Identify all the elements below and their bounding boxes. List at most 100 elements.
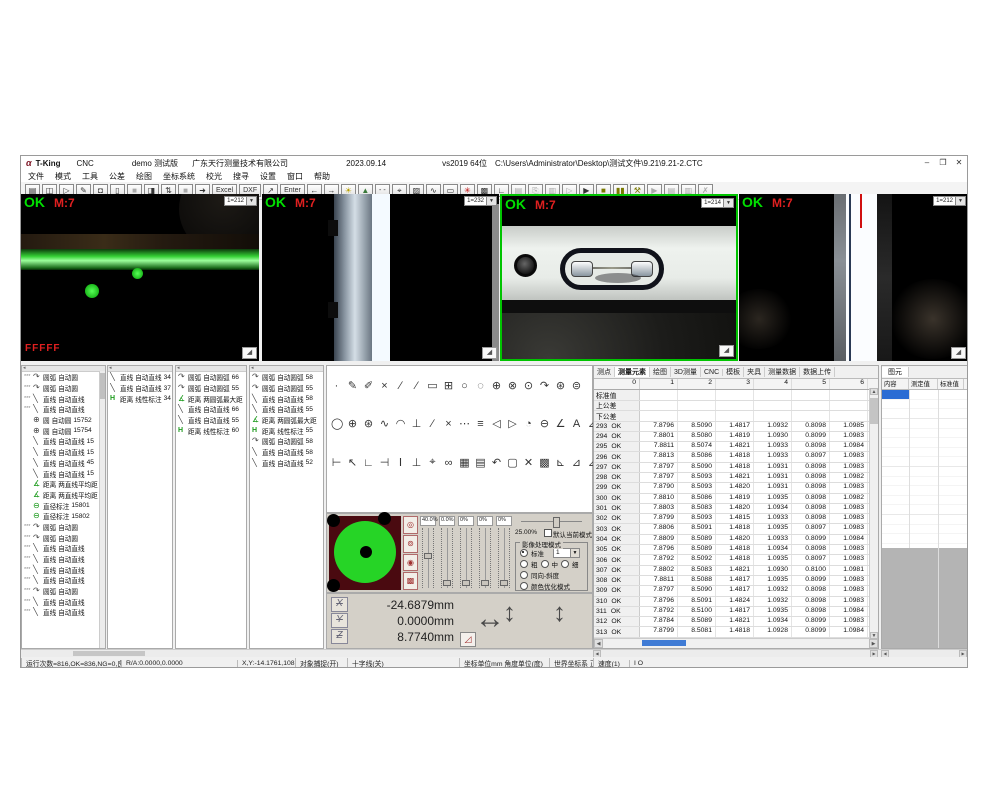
list-item[interactable]: *** 直线 自动直线 — [22, 393, 105, 404]
table-row[interactable]: 295 OK 7.8811 8.5074 1.4821 1.0933 0.809… — [594, 442, 878, 452]
camera-view-4[interactable]: OK M:7 1=212 ▼ ◢ — [739, 194, 968, 361]
measure-tool-icon[interactable]: ≡ — [475, 418, 486, 430]
vscroll-thumb[interactable] — [870, 398, 878, 424]
mode-option-row[interactable]: 同向-斜度 — [516, 570, 587, 580]
light-channel-slider[interactable]: 0% — [496, 516, 512, 590]
close-button[interactable]: ✕ — [951, 157, 967, 169]
menu-item[interactable]: 设置 — [260, 171, 276, 182]
camera1-zoom-select[interactable]: 1=212 ▼ — [224, 196, 257, 206]
default-mode-checkbox[interactable] — [544, 529, 552, 537]
list-item[interactable]: *** 圆弧 自动圆 — [22, 372, 105, 383]
measure-tool-icon[interactable]: ⊾ — [555, 456, 566, 469]
list-item[interactable]: 直线 自动直线 15 — [22, 436, 105, 447]
minimize-button[interactable]: – — [919, 157, 935, 169]
hscroll-thumb[interactable] — [642, 640, 686, 646]
measure-tool-icon[interactable]: ◌ — [475, 380, 486, 392]
ring-light-indicator[interactable] — [329, 516, 401, 590]
list-item[interactable]: 直线 自动直线 55 — [176, 415, 246, 426]
menu-item[interactable]: 搜寻 — [233, 171, 249, 182]
camera4-zoom-select[interactable]: 1=212 ▼ — [933, 196, 966, 206]
measure-tool-icon[interactable]: ▩ — [539, 456, 550, 469]
list-item[interactable]: *** 圆弧 自动圆 — [22, 532, 105, 543]
menu-item[interactable]: 窗口 — [287, 171, 303, 182]
measure-tool-icon[interactable]: ∟ — [363, 457, 374, 469]
measure-tool-icon[interactable]: ◁ — [491, 417, 502, 430]
measure-tool-icon[interactable]: ↖ — [347, 456, 358, 469]
measure-tool-icon[interactable]: ⊜ — [571, 379, 582, 392]
menu-item[interactable]: 坐标系统 — [163, 171, 195, 182]
table-row[interactable]: 298 OK 7.8797 8.5093 1.4821 1.0931 0.809… — [594, 473, 878, 483]
table-row[interactable]: 296 OK 7.8813 8.5086 1.4818 1.0933 0.809… — [594, 452, 878, 462]
measure-tool-icon[interactable]: A — [571, 418, 582, 430]
camera3-zoom-select[interactable]: 1=214 ▼ — [701, 198, 734, 208]
measure-tool-icon[interactable]: ✐ — [363, 379, 374, 392]
measure-tool-icon[interactable]: ⊥ — [411, 417, 422, 430]
measure-tool-icon[interactable]: ⊕ — [347, 417, 358, 430]
radio-icon[interactable] — [541, 560, 549, 568]
table-tab[interactable]: 3D测量 — [671, 367, 701, 377]
tolerance-row[interactable]: 标准值 — [594, 390, 878, 401]
table-tab[interactable]: 数据上传 — [800, 367, 835, 377]
camera-view-2[interactable]: OK M:7 1=232 ▼ ◢ — [262, 194, 499, 361]
light-ring-segment-button[interactable]: ▩ — [403, 572, 418, 590]
list-item[interactable]: 距离 线性标注 60 — [176, 425, 246, 436]
measure-tool-icon[interactable]: ∕ — [427, 418, 438, 430]
table-row[interactable]: 294 OK 7.8801 8.5080 1.4819 1.0930 0.809… — [594, 432, 878, 442]
light-channel-slider[interactable]: 0% — [477, 516, 493, 590]
table-tab[interactable]: 夹具 — [744, 367, 765, 377]
light-channel-slider[interactable]: 0% — [458, 516, 474, 590]
measure-tool-icon[interactable]: ▦ — [459, 456, 470, 469]
measure-tool-icon[interactable]: ⊿ — [571, 456, 582, 469]
radio-icon[interactable] — [520, 560, 528, 568]
menu-item[interactable]: 校光 — [206, 171, 222, 182]
list-item[interactable]: *** 直线 自动直线 — [22, 575, 105, 586]
mode-option-row[interactable]: 粗 中 细 — [516, 559, 587, 569]
selected-cell[interactable] — [882, 390, 909, 399]
list-item[interactable]: *** 直线 自动直线 — [22, 607, 105, 618]
measure-tool-icon[interactable]: ▢ — [507, 456, 518, 469]
camera-view-1[interactable]: OK M:7 1=212 ▼ FFFFF ◢ — [21, 194, 259, 361]
table-row[interactable]: 307 OK 7.8802 8.5083 1.4821 1.0930 0.810… — [594, 566, 878, 576]
table-row[interactable]: 304 OK 7.8809 8.5089 1.4820 1.0933 0.809… — [594, 535, 878, 545]
angle-jog-button[interactable]: ◿ — [460, 632, 476, 647]
table-row[interactable]: 301 OK 7.8803 8.5083 1.4820 1.0934 0.809… — [594, 504, 878, 514]
menu-item[interactable]: 公差 — [109, 171, 125, 182]
list-item[interactable]: 圆弧 自动圆弧 66 — [176, 372, 246, 383]
list-item[interactable]: 直线 自动直线 15 — [22, 468, 105, 479]
measure-tool-icon[interactable]: ∠ — [555, 417, 566, 430]
measure-tool-icon[interactable]: ⊞ — [443, 379, 454, 392]
list-item[interactable]: *** 直线 自动直线 — [22, 404, 105, 415]
scroll-up-icon[interactable]: ▲ — [870, 388, 878, 395]
list-item[interactable]: 圆弧 自动圆弧 58 — [250, 436, 323, 447]
resize-grip-icon[interactable]: ◢ — [719, 345, 734, 357]
resize-grip-icon[interactable]: ◢ — [242, 347, 257, 359]
jog-vertical-arrows-icon[interactable]: ↕ — [503, 597, 516, 628]
light-ring-segment-button[interactable]: ◎ — [403, 516, 418, 534]
measure-tool-icon[interactable]: ⊥ — [411, 456, 422, 469]
table-row[interactable]: 305 OK 7.8796 8.5089 1.4818 1.0934 0.809… — [594, 545, 878, 555]
table-tab[interactable]: 模板 — [723, 367, 744, 377]
camera2-zoom-select[interactable]: 1=232 ▼ — [464, 196, 497, 206]
table-row[interactable]: 302 OK 7.8799 8.5093 1.4815 1.0933 0.809… — [594, 514, 878, 524]
measure-tool-icon[interactable]: ✎ — [347, 379, 358, 392]
mode-option-row[interactable]: 颜色优化模式 — [516, 581, 587, 591]
table-row[interactable]: 303 OK 7.8806 8.5091 1.4818 1.0935 0.809… — [594, 524, 878, 534]
slider-track[interactable] — [479, 528, 491, 588]
list-item[interactable]: 圆 自动圆 15754 — [22, 425, 105, 436]
measure-tool-icon[interactable]: ○ — [459, 380, 470, 392]
list-item[interactable]: *** 直线 自动直线 — [22, 596, 105, 607]
measure-tool-icon[interactable]: ⊣ — [379, 456, 390, 469]
measure-tool-icon[interactable]: ▤ — [475, 456, 486, 469]
table-tab[interactable]: 测点 — [594, 367, 615, 377]
list-item[interactable]: 距离 两直线平均距 — [22, 479, 105, 490]
scroll-right-icon[interactable]: ▶ — [869, 639, 878, 648]
table-row[interactable]: 308 OK 7.8811 8.5088 1.4817 1.0935 0.809… — [594, 576, 878, 586]
elements-tab[interactable]: 图元 — [882, 367, 909, 377]
measure-tool-icon[interactable]: ⊛ — [363, 417, 374, 430]
list-item[interactable]: 距离 线性标注 34 — [108, 393, 172, 404]
slider-track[interactable] — [498, 528, 510, 588]
radio-icon[interactable] — [561, 560, 569, 568]
jog-horizontal-arrows-icon[interactable]: ↔ — [475, 602, 505, 636]
list-item[interactable]: 直线 自动直线 15 — [22, 447, 105, 458]
table-hscrollbar[interactable]: ◀ ▶ — [594, 638, 878, 648]
